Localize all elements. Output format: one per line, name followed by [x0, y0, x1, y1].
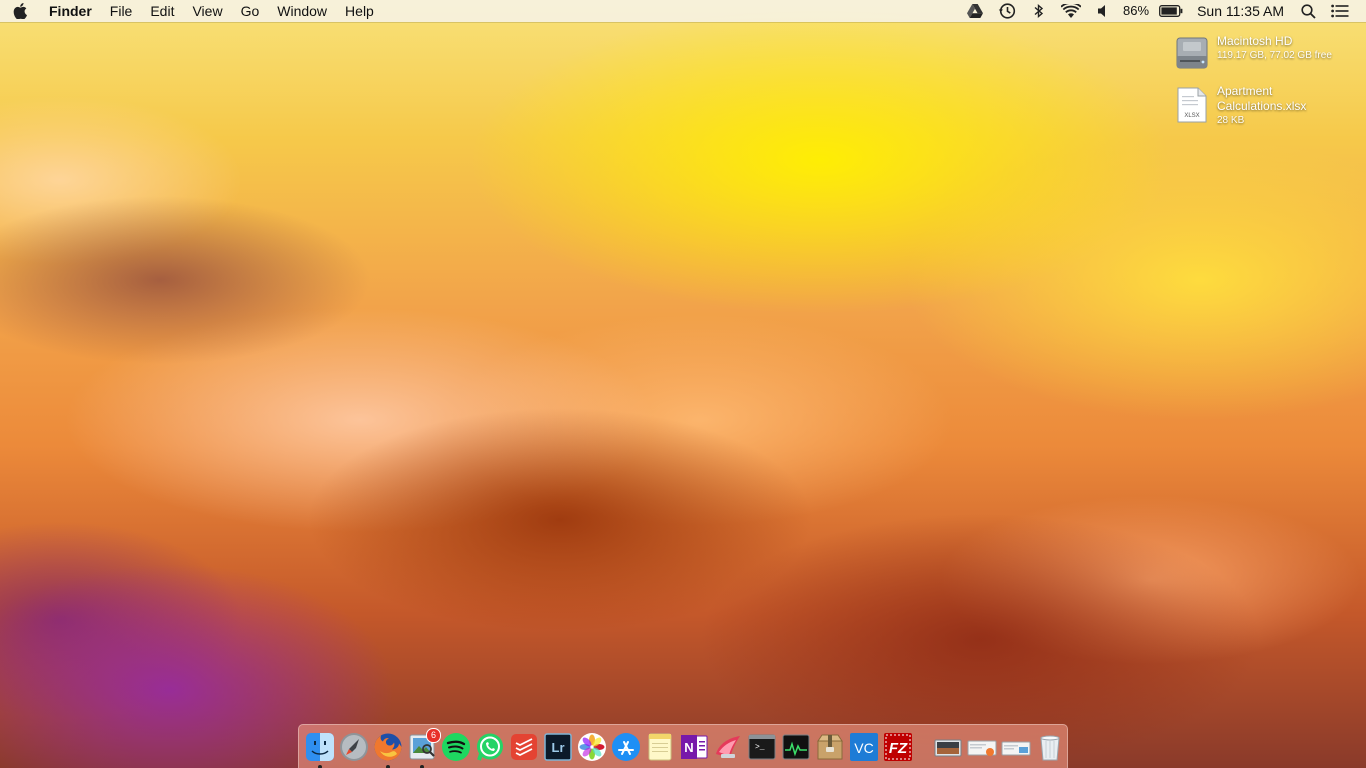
vscode-icon: VC	[850, 732, 878, 761]
whatsapp-icon	[477, 733, 503, 761]
spotlight-search-icon[interactable]	[1297, 0, 1319, 22]
dock-terminal[interactable]: >_	[747, 732, 777, 762]
menu-go[interactable]: Go	[232, 0, 269, 22]
desktop-icon-label: Macintosh HD	[1217, 34, 1293, 48]
dock-activity-monitor[interactable]	[781, 732, 811, 762]
menu-window[interactable]: Window	[268, 0, 336, 22]
app-store-icon	[612, 732, 640, 761]
launchpad-icon	[340, 732, 368, 761]
menu-file[interactable]: File	[101, 0, 142, 22]
menu-edit[interactable]: Edit	[141, 0, 183, 22]
running-indicator	[386, 764, 390, 768]
desktop-icon-macintosh-hd[interactable]: Macintosh HD 119.17 GB, 77.02 GB free	[1172, 34, 1366, 74]
vscode-label: VC	[854, 740, 873, 756]
dock-onenote[interactable]: N	[679, 732, 709, 762]
dock: 6 Lr N >_ VC FZ	[298, 724, 1068, 768]
dock-notes[interactable]	[645, 732, 675, 762]
menu-view[interactable]: View	[183, 0, 231, 22]
todoist-icon	[511, 733, 537, 760]
spotify-icon	[442, 732, 470, 761]
dock-firefox[interactable]	[373, 732, 403, 768]
volume-icon[interactable]	[1092, 0, 1114, 22]
dock-photos[interactable]	[577, 732, 607, 762]
dock-spotify[interactable]	[441, 732, 471, 762]
dock-cleanmymac[interactable]	[713, 732, 743, 762]
app-menu-finder[interactable]: Finder	[40, 0, 101, 22]
notification-badge: 6	[426, 727, 441, 743]
terminal-prompt: >_	[755, 743, 765, 752]
finder-icon	[306, 732, 334, 761]
dock-preview[interactable]: 6	[407, 727, 441, 768]
file-extension-label: XLSX	[1184, 113, 1199, 119]
wifi-icon[interactable]	[1060, 0, 1082, 22]
battery-percent: 86%	[1123, 3, 1150, 18]
lightroom-icon: Lr	[544, 732, 572, 761]
firefox-icon	[374, 733, 402, 761]
desktop-icon-label-line2: Calculations.xlsx	[1217, 99, 1307, 113]
time-machine-icon[interactable]	[996, 0, 1018, 22]
dock-finder[interactable]	[305, 732, 335, 768]
dock-stack-downloads[interactable]	[967, 732, 997, 762]
trash-icon	[1040, 735, 1060, 760]
photo-stack-icon	[934, 739, 962, 756]
photos-icon	[578, 732, 606, 761]
menu-help[interactable]: Help	[336, 0, 383, 22]
dock-stack-photos[interactable]	[933, 732, 963, 762]
onenote-label: N	[684, 740, 693, 755]
running-indicator	[420, 764, 424, 768]
desktop-icon-detail: 28 KB	[1217, 115, 1245, 126]
apple-menu-icon[interactable]	[0, 0, 40, 22]
downloads-stack-icon	[967, 740, 997, 756]
dock-vscode[interactable]: VC	[849, 732, 879, 762]
activity-monitor-icon	[782, 734, 810, 759]
xlsx-file-icon: XLSX	[1172, 84, 1212, 124]
dock-lightroom[interactable]: Lr	[543, 732, 573, 762]
dock-whatsapp[interactable]	[475, 732, 505, 762]
dock-trash[interactable]	[1035, 732, 1065, 762]
documents-stack-icon	[1001, 741, 1031, 755]
onenote-icon: N	[681, 734, 708, 759]
dock-app-store[interactable]	[611, 732, 641, 762]
filezilla-label: FZ	[889, 740, 908, 757]
dock-archive-utility[interactable]	[815, 732, 845, 762]
menu-bar-clock[interactable]: Sun 11:35 AM	[1189, 0, 1292, 22]
desktop-icon-detail: 119.17 GB, 77.02 GB free	[1217, 50, 1332, 61]
filezilla-icon: FZ	[884, 732, 912, 761]
dock-todoist[interactable]	[509, 732, 539, 762]
notification-center-icon[interactable]	[1329, 0, 1351, 22]
google-drive-icon[interactable]	[964, 0, 986, 22]
bluetooth-icon[interactable]	[1028, 0, 1050, 22]
dock-filezilla[interactable]: FZ	[883, 732, 913, 762]
battery-icon[interactable]	[1158, 0, 1184, 22]
dock-launchpad[interactable]	[339, 732, 369, 762]
dock-stack-documents[interactable]	[1001, 732, 1031, 762]
desktop-icon-label-line1: Apartment	[1217, 84, 1273, 98]
terminal-icon: >_	[748, 734, 776, 759]
running-indicator	[318, 764, 322, 768]
lightroom-label: Lr	[552, 740, 565, 755]
desktop: Finder File Edit View Go Window Help 86%…	[0, 0, 1366, 768]
cleanmymac-icon	[716, 735, 740, 758]
menu-bar: Finder File Edit View Go Window Help 86%…	[0, 0, 1366, 22]
notes-icon	[648, 733, 672, 760]
archive-icon	[817, 734, 843, 759]
hard-drive-icon	[1172, 34, 1212, 74]
desktop-icon-apartment-calculations[interactable]: XLSX Apartment Calculations.xlsx 28 KB	[1172, 84, 1366, 127]
